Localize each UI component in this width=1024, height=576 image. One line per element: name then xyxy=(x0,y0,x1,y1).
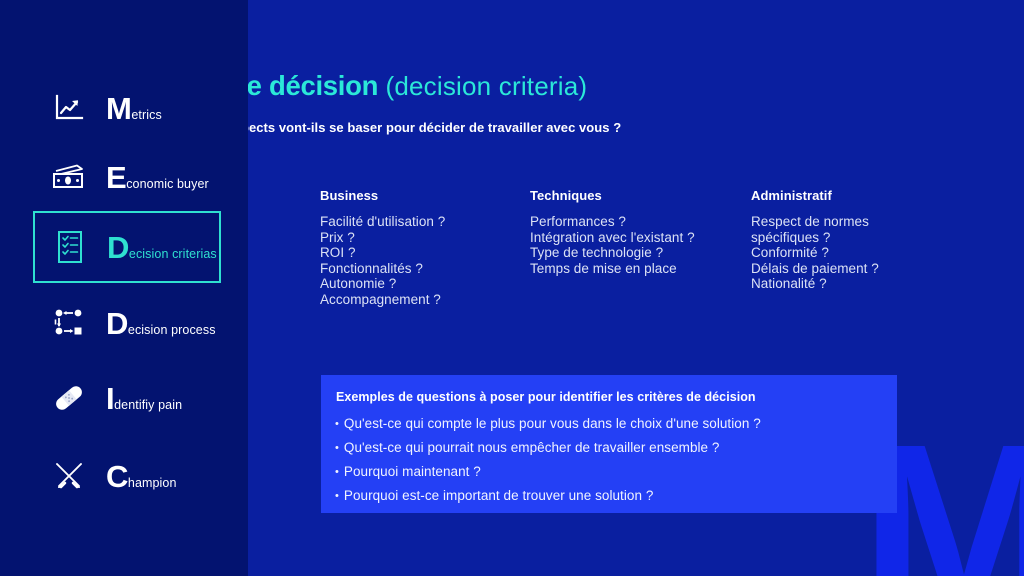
sidebar-item-economic-buyer[interactable]: Economic buyer xyxy=(34,144,220,210)
list-item: Intégration avec l'existant ? xyxy=(530,229,695,245)
slide-canvas: Metrics Economic buyer Decision criteria… xyxy=(0,0,1024,576)
sidebar-item-label: Economic buyer xyxy=(106,159,209,195)
sidebar-item-metrics[interactable]: Metrics xyxy=(34,75,220,141)
list-item: Fonctionnalités ? xyxy=(320,260,423,276)
list-item: Nationalité ? xyxy=(751,276,827,291)
callout-title: Exemples de questions à poser pour ident… xyxy=(336,390,756,404)
list-item: Délais de paiement ? xyxy=(751,260,879,276)
column-heading: Business xyxy=(320,188,379,203)
criteria-list: Facilité d'utilisation ? Prix ? ROI ? Fo… xyxy=(320,214,445,307)
list-item: Facilité d'utilisation ? xyxy=(320,214,446,229)
sidebar-nav: Metrics Economic buyer Decision criteria… xyxy=(0,0,248,576)
criteria-column-business: Business Facilité d'utilisation ? Prix ?… xyxy=(320,188,445,307)
sidebar-item-label: Decision process xyxy=(106,305,216,341)
list-item: Type de technologie ? xyxy=(530,245,664,260)
sidebar-item-label: Metrics xyxy=(106,90,162,126)
column-heading: Administratif xyxy=(751,188,832,203)
list-item: Pourquoi est-ce important de trouver une… xyxy=(335,484,761,508)
sidebar-item-champion[interactable]: Champion xyxy=(34,443,220,509)
list-item: Accompagnement ? xyxy=(320,291,441,307)
sidebar-item-label: Decision criterias xyxy=(107,229,217,265)
column-heading: Techniques xyxy=(530,188,602,203)
list-item: ROI ? xyxy=(320,245,356,260)
criteria-column-administratif: Administratif Respect de normes spécifiq… xyxy=(751,188,879,292)
criteria-list: Performances ? Intégration avec l'exista… xyxy=(530,214,695,276)
list-item: Respect de normes xyxy=(751,214,869,229)
criteria-list: Respect de normes spécifiques ? Conformi… xyxy=(751,214,879,292)
chart-trend-icon xyxy=(46,86,92,130)
sidebar-item-decision-criterias[interactable]: Decision criterias xyxy=(33,211,221,283)
list-item: Temps de mise en place xyxy=(530,260,677,276)
sidebar-item-decision-process[interactable]: Decision process xyxy=(34,290,220,356)
sidebar-item-identify-pain[interactable]: Identifiy pain xyxy=(34,365,220,431)
sidebar-item-label: Champion xyxy=(106,458,177,494)
list-item: Autonomie ? xyxy=(320,276,397,291)
sidebar-item-label: Identifiy pain xyxy=(106,380,183,416)
list-item: Conformité ? xyxy=(751,245,829,260)
page-title-en: (decision criteria) xyxy=(385,71,588,101)
callout-question-list: Qu'est-ce qui compte le plus pour vous d… xyxy=(335,412,761,508)
banknote-icon xyxy=(46,155,92,199)
list-item: Performances ? xyxy=(530,214,626,229)
list-item: Pourquoi maintenant ? xyxy=(335,460,761,484)
crossed-swords-icon xyxy=(46,454,92,498)
list-item: Qu'est-ce qui compte le plus pour vous d… xyxy=(335,412,761,436)
examples-callout-box: Exemples de questions à poser pour ident… xyxy=(321,375,897,513)
list-item: Qu'est-ce qui pourrait nous empêcher de … xyxy=(335,436,761,460)
list-item: Prix ? xyxy=(320,229,355,245)
checklist-clipboard-icon xyxy=(47,225,93,269)
criteria-column-techniques: Techniques Performances ? Intégration av… xyxy=(530,188,695,276)
list-item: spécifiques ? xyxy=(751,229,831,245)
flow-nodes-icon xyxy=(46,301,92,345)
bandage-icon xyxy=(46,376,92,420)
